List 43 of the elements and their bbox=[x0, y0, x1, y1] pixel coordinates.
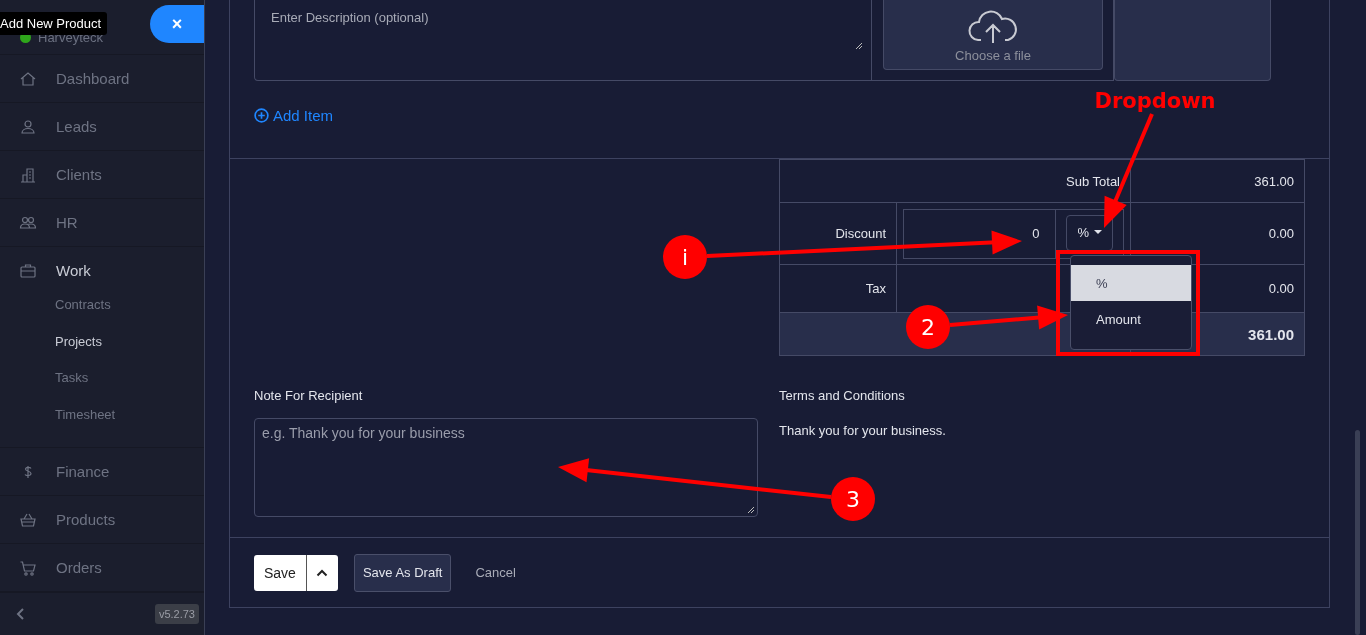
cloud-upload-icon bbox=[967, 10, 1019, 44]
terms-label: Terms and Conditions bbox=[779, 388, 906, 403]
cart-icon bbox=[19, 558, 37, 577]
table-cell: Discount bbox=[780, 203, 897, 265]
note-field[interactable]: e.g. Thank you for your business bbox=[254, 418, 758, 517]
callout-badge: 3 bbox=[831, 477, 875, 521]
scrollbar[interactable] bbox=[1355, 430, 1360, 635]
terms-text: Thank you for your business. bbox=[779, 423, 946, 438]
sidebar-item[interactable]: Finance bbox=[0, 448, 204, 495]
sidebar-item[interactable]: Products bbox=[0, 496, 204, 543]
save-button[interactable]: Save bbox=[254, 554, 307, 591]
description-field[interactable]: Enter Description (optional) bbox=[254, 0, 872, 81]
table-cell: 0.00 bbox=[1131, 203, 1305, 265]
callout-badge: i bbox=[663, 235, 707, 279]
version-badge: v5.2.73 bbox=[154, 604, 199, 624]
cancel-link[interactable]: Cancel bbox=[475, 565, 516, 580]
menu-item[interactable]: % bbox=[1071, 265, 1191, 301]
close-button[interactable]: × bbox=[150, 5, 204, 44]
building-icon bbox=[19, 165, 37, 184]
collapse-icon[interactable] bbox=[15, 607, 27, 621]
file-upload[interactable]: Choose a file bbox=[883, 0, 1103, 70]
briefcase-icon bbox=[19, 261, 37, 280]
tooltip: Add New Product bbox=[0, 12, 108, 35]
caret-icon bbox=[1094, 230, 1102, 235]
sidebar-item[interactable]: Leads bbox=[0, 103, 204, 151]
sidebar-item[interactable]: HR bbox=[0, 199, 204, 247]
chevron-up-icon bbox=[316, 568, 329, 577]
sidebar-item[interactable]: Orders bbox=[0, 544, 204, 591]
add-item-link[interactable]: Add Item bbox=[254, 107, 334, 124]
save-draft-button[interactable]: Save As Draft bbox=[353, 553, 452, 592]
annotation-label: Dropdown bbox=[1094, 89, 1216, 113]
resize-grip-icon bbox=[747, 506, 755, 514]
sidebar-subitem[interactable]: Tasks bbox=[55, 359, 204, 397]
note-label: Note For Recipient bbox=[254, 388, 364, 403]
sidebar-subitem[interactable]: Timesheet bbox=[55, 396, 204, 433]
callout-badge: 2 bbox=[906, 305, 950, 349]
plus-circle-icon bbox=[254, 108, 269, 123]
table-cell: 361.00 bbox=[1131, 160, 1305, 203]
sidebar-item[interactable]: Clients bbox=[0, 151, 204, 199]
sidebar-subitem[interactable]: Projects bbox=[55, 322, 204, 360]
resize-grip-icon bbox=[855, 42, 863, 50]
person-icon bbox=[19, 117, 37, 136]
sidebar-item[interactable]: Dashboard bbox=[0, 55, 204, 103]
